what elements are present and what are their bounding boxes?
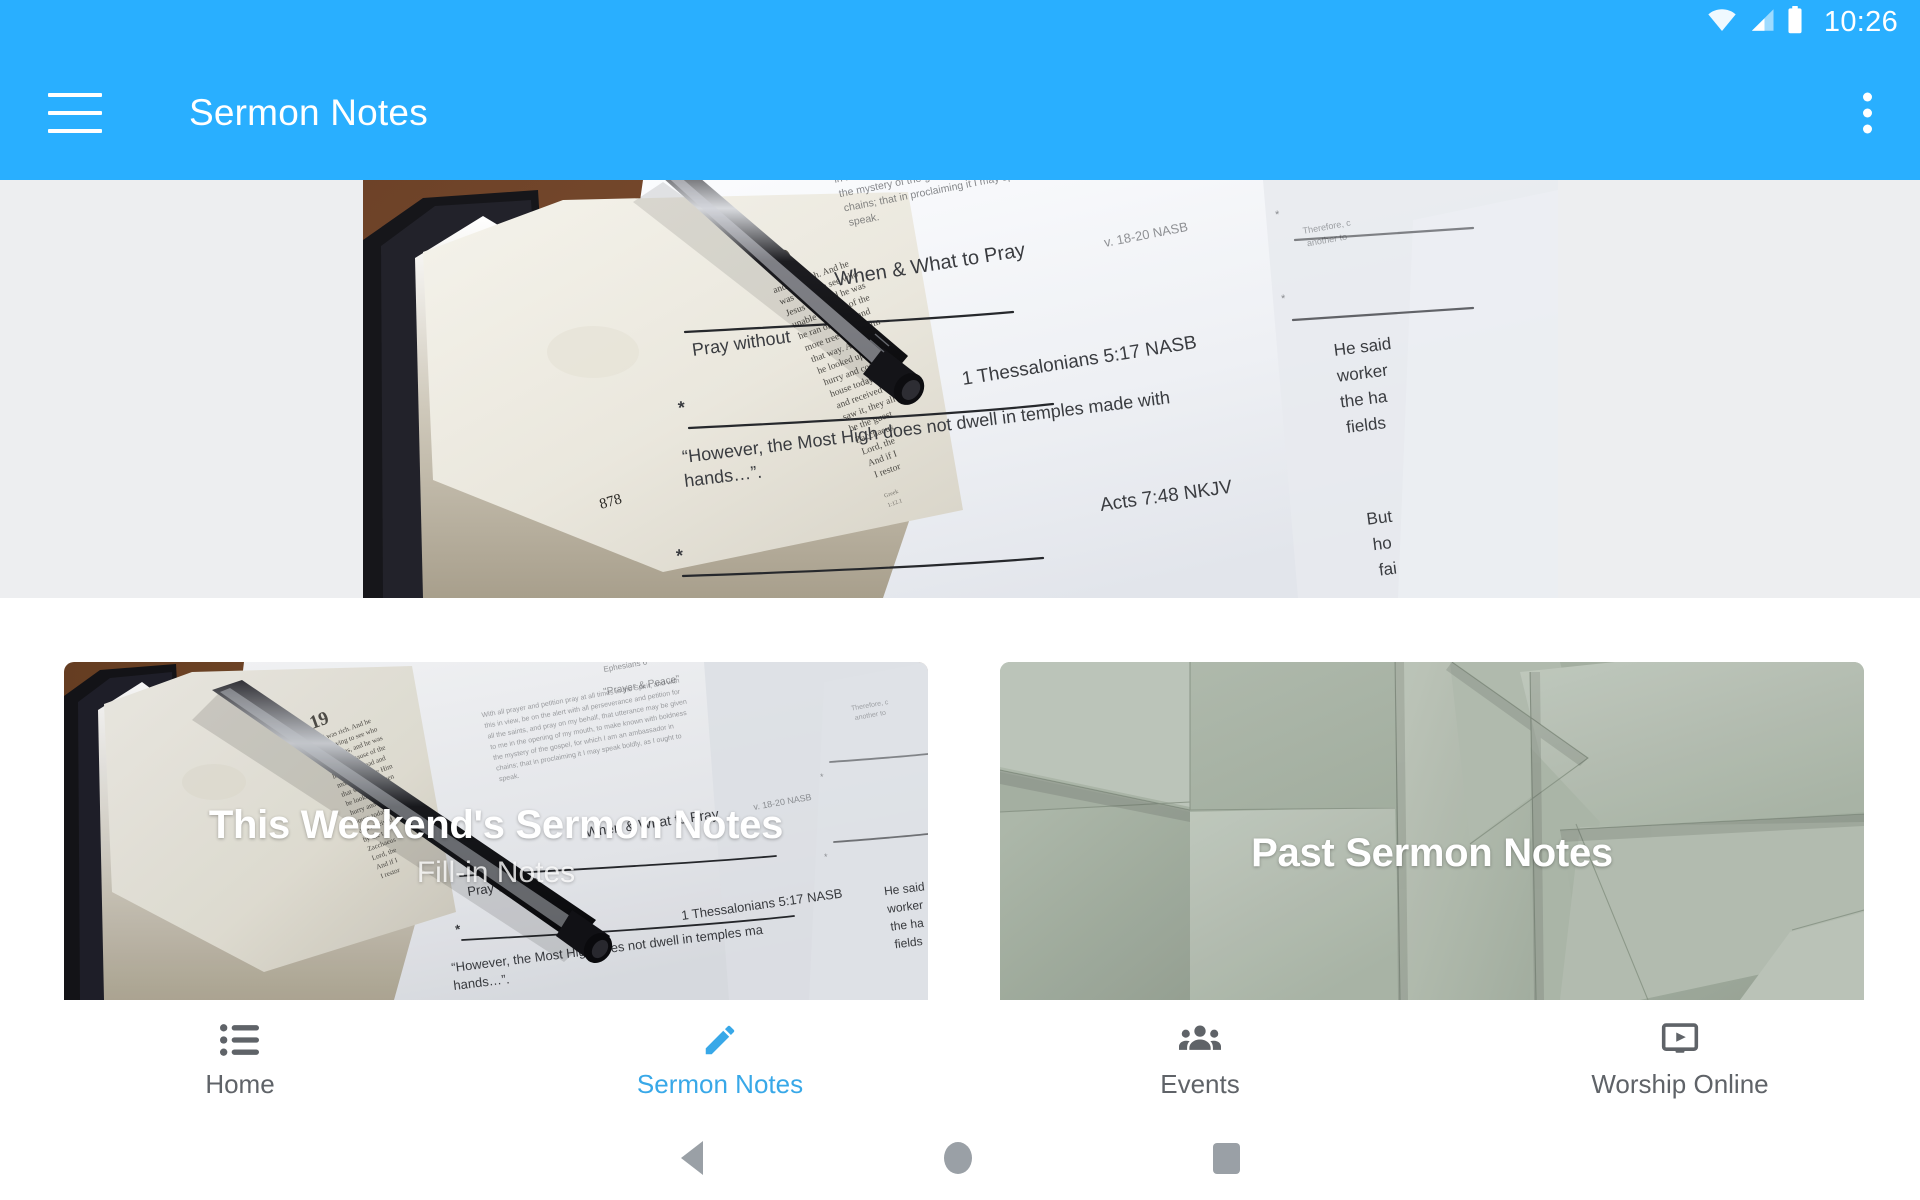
overflow-dot bbox=[1863, 92, 1872, 101]
card-subtitle: Fill-in Notes bbox=[416, 856, 576, 890]
tab-label: Sermon Notes bbox=[636, 1068, 804, 1099]
hamburger-bar bbox=[48, 110, 102, 115]
svg-text:*: * bbox=[1281, 293, 1286, 305]
cell-signal-icon bbox=[1748, 8, 1775, 37]
svg-text:ho: ho bbox=[1372, 533, 1393, 554]
tab-events[interactable]: Events bbox=[960, 1000, 1440, 1116]
app-bar: Sermon Notes bbox=[0, 45, 1920, 180]
tab-home[interactable]: Home bbox=[0, 1000, 480, 1116]
people-group-icon bbox=[1179, 1020, 1221, 1060]
tab-worship-online[interactable]: Worship Online bbox=[1440, 1000, 1920, 1116]
overflow-menu-icon[interactable] bbox=[1857, 86, 1878, 139]
status-bar: 10:26 bbox=[0, 0, 1920, 45]
card-this-weekends-sermon-notes[interactable]: 19 and was rich. And he was trying to se… bbox=[64, 662, 928, 1000]
home-circle-icon[interactable] bbox=[943, 1142, 972, 1174]
recents-square-icon[interactable] bbox=[1212, 1142, 1240, 1174]
bottom-navigation-bar: Home Sermon Notes Events Worship Online bbox=[0, 1000, 1920, 1116]
status-clock: 10:26 bbox=[1823, 6, 1898, 38]
overflow-dot bbox=[1863, 108, 1872, 117]
hero-image[interactable]: 19 and was rich. And he was trying to se… bbox=[363, 180, 1558, 598]
pencil-icon bbox=[701, 1020, 739, 1060]
hero-section: 19 and was rich. And he was trying to se… bbox=[0, 180, 1920, 598]
svg-text:But: But bbox=[1365, 507, 1393, 529]
app-root: 10:26 Sermon Notes that way. And when he… bbox=[0, 0, 1920, 1200]
page-title: Sermon Notes bbox=[189, 91, 428, 133]
monitor-play-icon bbox=[1661, 1020, 1699, 1060]
tab-sermon-notes[interactable]: Sermon Notes bbox=[480, 1000, 960, 1116]
card-caption: Past Sermon Notes bbox=[1000, 831, 1864, 875]
back-triangle-icon[interactable] bbox=[680, 1141, 703, 1175]
overflow-dot bbox=[1863, 124, 1872, 133]
wifi-icon bbox=[1707, 8, 1737, 37]
list-icon bbox=[220, 1020, 260, 1060]
card-title: This Weekend's Sermon Notes bbox=[208, 803, 784, 847]
svg-text:fai: fai bbox=[1378, 559, 1398, 580]
android-system-navigation bbox=[0, 1116, 1920, 1200]
hamburger-bar bbox=[48, 92, 102, 97]
card-title: Past Sermon Notes bbox=[1251, 831, 1613, 875]
hamburger-menu-icon[interactable] bbox=[48, 92, 102, 133]
battery-icon bbox=[1786, 6, 1804, 39]
card-past-sermon-notes[interactable]: Past Sermon Notes bbox=[1000, 662, 1864, 1000]
status-icons: 10:26 bbox=[1707, 6, 1898, 39]
card-caption: This Weekend's Sermon Notes Fill-in Note… bbox=[64, 803, 928, 890]
tab-label: Home bbox=[205, 1068, 275, 1099]
svg-text:*: * bbox=[1275, 209, 1280, 221]
sermon-cards-row: 19 and was rich. And he was trying to se… bbox=[0, 598, 1920, 1000]
hamburger-bar bbox=[48, 128, 102, 133]
tab-label: Events bbox=[1160, 1068, 1240, 1099]
tab-label: Worship Online bbox=[1591, 1068, 1769, 1099]
